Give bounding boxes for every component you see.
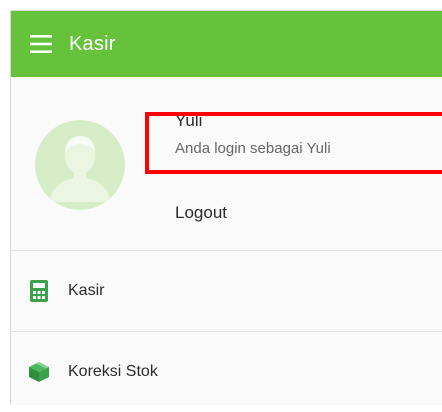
highlight-box xyxy=(145,112,442,174)
nav-item-koreksi-stok[interactable]: Koreksi Stok xyxy=(11,332,442,412)
box-icon xyxy=(27,360,51,384)
app-bar: Kasir xyxy=(11,11,442,77)
user-avatar-icon xyxy=(35,120,125,210)
avatar xyxy=(35,120,125,210)
hamburger-menu-icon xyxy=(30,35,52,53)
nav-item-label: Koreksi Stok xyxy=(68,363,158,380)
nav-item-kasir[interactable]: Kasir xyxy=(11,251,442,331)
navigation-drawer-frame: Kasir Yuli Anda login sebagai Yuli Logou… xyxy=(10,10,442,405)
menu-button[interactable] xyxy=(13,11,69,77)
logout-button[interactable]: Logout xyxy=(175,203,227,223)
calculator-icon xyxy=(27,279,51,303)
profile-section: Yuli Anda login sebagai Yuli Logout xyxy=(11,77,442,250)
nav-item-label: Kasir xyxy=(68,282,105,299)
app-title: Kasir xyxy=(69,32,116,55)
